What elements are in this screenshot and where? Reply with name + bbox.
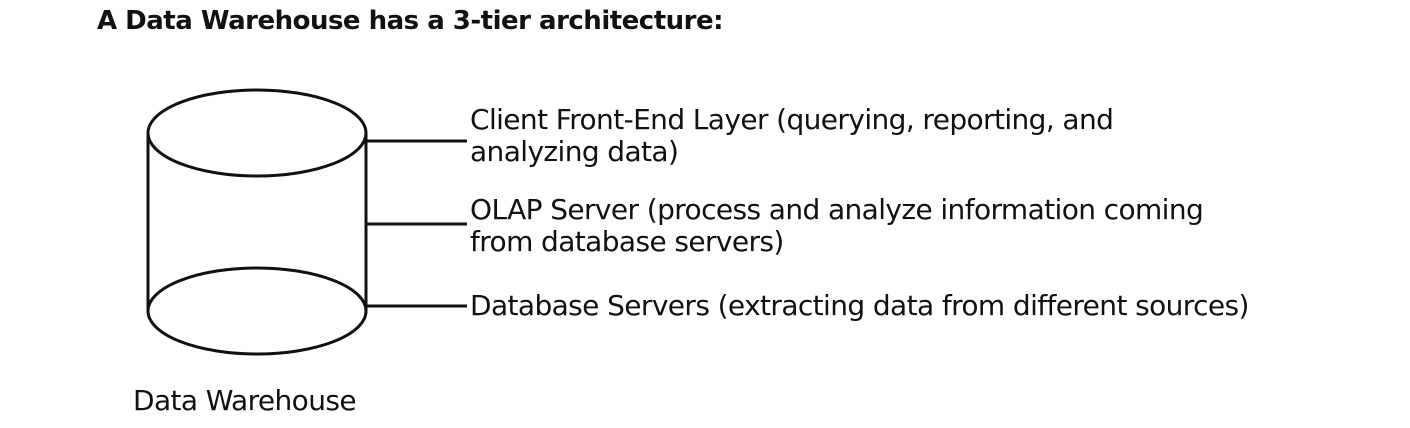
tier-client-label: Client Front-End Layer (querying, report… <box>470 103 1114 168</box>
tier-client-line1: Client Front-End Layer (querying, report… <box>470 103 1114 136</box>
tier-olap-label: OLAP Server (process and analyze informa… <box>470 193 1204 258</box>
cylinder-label: Data Warehouse <box>133 384 357 417</box>
cylinder-bottom <box>146 266 368 356</box>
tier-client-line2: analyzing data) <box>470 135 679 168</box>
tier-olap-line1: OLAP Server (process and analyze informa… <box>470 193 1204 226</box>
tier-database-label: Database Servers (extracting data from d… <box>470 290 1249 322</box>
tier-olap-line2: from database servers) <box>470 225 784 258</box>
cylinder-top <box>146 88 368 178</box>
tier-database-line1: Database Servers (extracting data from d… <box>470 289 1249 322</box>
